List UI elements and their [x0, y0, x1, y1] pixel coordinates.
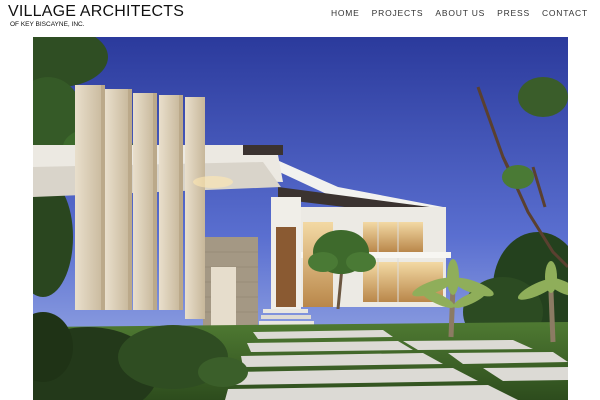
- logo-subtitle: OF KEY BISCAYNE, INC.: [10, 21, 85, 28]
- nav-press-link[interactable]: PRESS: [497, 8, 530, 18]
- main-nav: HOME PROJECTS ABOUT US PRESS CONTACT: [319, 8, 588, 18]
- site-logo[interactable]: VILLAGE ARCHITECTS OF KEY BISCAYNE, INC.: [8, 3, 184, 28]
- modern-house-photo: [33, 37, 568, 400]
- stone-fins: [75, 85, 205, 319]
- hero-image: [33, 37, 568, 400]
- nav-about-link[interactable]: ABOUT US: [435, 8, 485, 18]
- nav-contact-link[interactable]: CONTACT: [542, 8, 588, 18]
- nav-home-link[interactable]: HOME: [331, 8, 360, 18]
- nav-projects-link[interactable]: PROJECTS: [372, 8, 424, 18]
- logo-title: VILLAGE ARCHITECTS: [8, 3, 185, 20]
